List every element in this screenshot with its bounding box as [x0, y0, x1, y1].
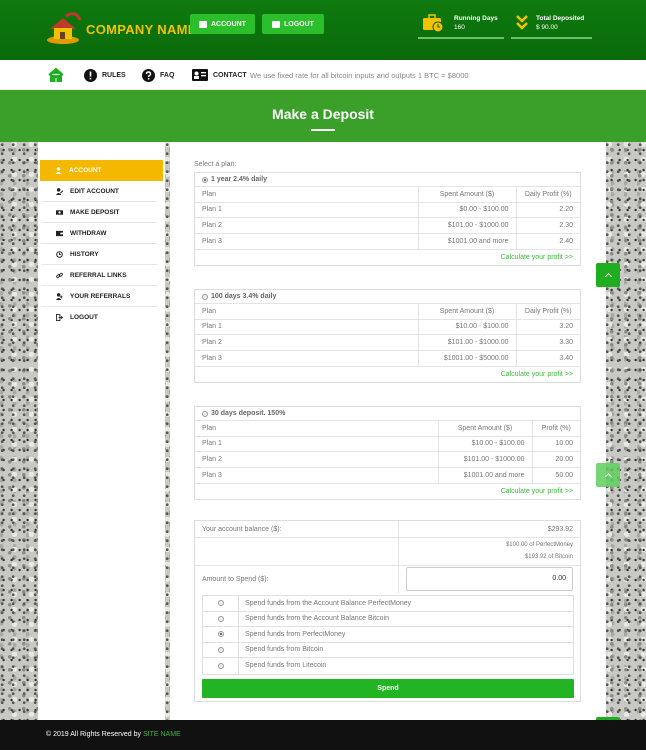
logout-icon: [56, 314, 63, 321]
link-icon: [56, 272, 63, 278]
balance-perfectmoney: $100.00 of PerfectMoney: [505, 542, 573, 548]
spend-option-radio[interactable]: [217, 631, 224, 638]
scroll-top-button[interactable]: [596, 263, 620, 287]
spend-button[interactable]: Spend: [202, 679, 574, 698]
table-row: Plan 3 $1001.00 and more 50.00: [195, 466, 580, 483]
contact-card-icon: [192, 69, 208, 81]
sidebar-item-logout[interactable]: LOGOUT: [41, 307, 157, 328]
table-header-row: Plan Spent Amount ($) Daily Profit (%): [195, 186, 580, 202]
home-icon: [48, 68, 64, 82]
chevron-up-icon: [604, 472, 612, 481]
page-banner: Make a Deposit: [0, 90, 646, 142]
account-button[interactable]: ACCOUNT: [190, 14, 255, 34]
plan-table: Plan Spent Amount ($) Daily Profit (%) P…: [195, 303, 580, 366]
calculate-profit-link[interactable]: Calculate your profit >>: [195, 248, 580, 265]
sidebar-item-account[interactable]: ACCOUNT: [40, 160, 163, 181]
main-nav: RULES FAQ CONTACT We use fixed rate for …: [0, 60, 646, 90]
logout-button[interactable]: LOGOUT: [262, 14, 324, 34]
table-row: Plan 3 $1001.00 - $5000.00 3.40: [195, 349, 580, 366]
table-row: Plan 2 $101.00 - $1000.00 20.00: [195, 451, 580, 467]
spend-option[interactable]: Spend funds from PerfectMoney: [203, 627, 573, 643]
balance-breakdown-row: $100.00 of PerfectMoney $193.92 of Bitco…: [195, 538, 580, 566]
sidebar-item-withdraw[interactable]: WITHDRAW: [41, 223, 157, 244]
copyright-text: © 2019 All Rights Reserved by: [46, 731, 142, 738]
rate-note: We use fixed rate for all bitcoin inputs…: [250, 71, 469, 80]
spend-option[interactable]: Spend funds from the Account Balance Per…: [203, 596, 573, 612]
amount-label: Amount to Spend ($):: [202, 576, 269, 583]
sidebar-item-referral-links[interactable]: REFERRAL LINKS: [41, 265, 157, 286]
users-icon: [56, 292, 63, 300]
table-row: Plan 1 $0.00 - $100.00 2.20: [195, 201, 580, 218]
balance-bitcoin: $193.92 of Bitcoin: [524, 554, 573, 560]
nav-home[interactable]: [48, 66, 64, 84]
plan-radio[interactable]: [202, 293, 208, 300]
plan-card: 30 days deposit. 150% Plan Spent Amount …: [194, 406, 581, 500]
plan-header[interactable]: 100 days 3.4% daily: [195, 290, 580, 303]
balance-value: $293.92: [547, 526, 573, 533]
table-row: Plan 1 $10.00 - $100.00 3.20: [195, 318, 580, 335]
plan-card: 100 days 3.4% daily Plan Spent Amount ($…: [194, 289, 581, 383]
plan-radio[interactable]: [202, 410, 208, 417]
plan-table: Plan Spent Amount ($) Profit (%) Plan 1 …: [195, 420, 580, 483]
plan-header[interactable]: 1 year 2.4% daily: [195, 173, 580, 186]
scroll-top-button[interactable]: [596, 463, 620, 487]
select-plan-label: Select a plan:: [194, 161, 237, 168]
spend-option-radio[interactable]: [217, 662, 224, 669]
sidebar-item-history[interactable]: HISTORY: [41, 244, 157, 265]
nav-faq[interactable]: FAQ: [142, 66, 174, 84]
spend-option[interactable]: Spend funds from Bitcoin: [203, 642, 573, 658]
sidebar-item-edit-account[interactable]: EDIT ACCOUNT: [41, 181, 157, 202]
stat-total-deposited: Total Deposited $ 90.00: [511, 10, 592, 39]
sidebar: ACCOUNT EDIT ACCOUNT MAKE DEPOSIT WITHDR…: [38, 142, 165, 720]
nav-rules[interactable]: RULES: [84, 66, 126, 84]
spend-option-radio[interactable]: [217, 615, 224, 622]
table-header-row: Plan Spent Amount ($) Profit (%): [195, 420, 580, 436]
spend-option[interactable]: Spend funds from the Account Balance Bit…: [203, 611, 573, 627]
sidebar-item-make-deposit[interactable]: MAKE DEPOSIT: [41, 202, 157, 223]
top-header: COMPANY NAME ACCOUNT LOGOUT Running Days…: [0, 0, 646, 60]
stat-running-days: Running Days 160: [418, 10, 504, 39]
table-row: Plan 3 $1001.00 and more 2.40: [195, 232, 580, 249]
question-icon: [142, 68, 155, 82]
company-name[interactable]: COMPANY NAME: [86, 22, 197, 37]
user-icon: [55, 167, 62, 174]
spend-options: Spend funds from the Account Balance Per…: [202, 595, 574, 675]
double-chevron-down-icon: [516, 15, 528, 30]
balance-row: Your account balance ($): $293.92: [195, 521, 580, 538]
user-edit-icon: [56, 187, 63, 195]
plan-radio[interactable]: [202, 176, 208, 183]
spend-option[interactable]: Spend funds from Litecoin: [203, 658, 573, 674]
amount-input[interactable]: 0.00: [406, 567, 573, 591]
wallet-icon: [56, 230, 63, 236]
site-name-link[interactable]: SITE NAME: [143, 731, 181, 738]
plan-card: 1 year 2.4% daily Plan Spent Amount ($) …: [194, 172, 581, 266]
table-row: Plan 1 $10.00 - $100.00 10.00: [195, 435, 580, 452]
user-icon: [199, 20, 207, 28]
money-icon: [56, 209, 63, 215]
house-logo-icon[interactable]: [46, 12, 86, 46]
spend-option-radio[interactable]: [217, 646, 224, 653]
nav-contact[interactable]: CONTACT: [192, 66, 247, 84]
history-icon: [56, 250, 63, 258]
sidebar-item-your-referrals[interactable]: YOUR REFERRALS: [41, 286, 157, 307]
exclamation-icon: [84, 68, 97, 82]
table-row: Plan 2 $101.00 - $1000.00 2.30: [195, 217, 580, 233]
plan-table: Plan Spent Amount ($) Daily Profit (%) P…: [195, 186, 580, 249]
page-title: Make a Deposit: [272, 106, 374, 122]
logout-icon: [272, 20, 281, 28]
calculate-profit-link[interactable]: Calculate your profit >>: [195, 365, 580, 382]
briefcase-clock-icon: [423, 14, 444, 33]
table-row: Plan 2 $101.00 - $1000.00 3.30: [195, 334, 580, 350]
chevron-up-icon: [604, 272, 612, 281]
footer: © 2019 All Rights Reserved by SITE NAME: [0, 720, 646, 750]
calculate-profit-link[interactable]: Calculate your profit >>: [195, 482, 580, 499]
plan-header[interactable]: 30 days deposit. 150%: [195, 407, 580, 420]
balance-label: Your account balance ($):: [202, 526, 282, 533]
title-underline: [311, 129, 335, 131]
spend-option-radio[interactable]: [217, 600, 224, 607]
table-header-row: Plan Spent Amount ($) Daily Profit (%): [195, 303, 580, 319]
